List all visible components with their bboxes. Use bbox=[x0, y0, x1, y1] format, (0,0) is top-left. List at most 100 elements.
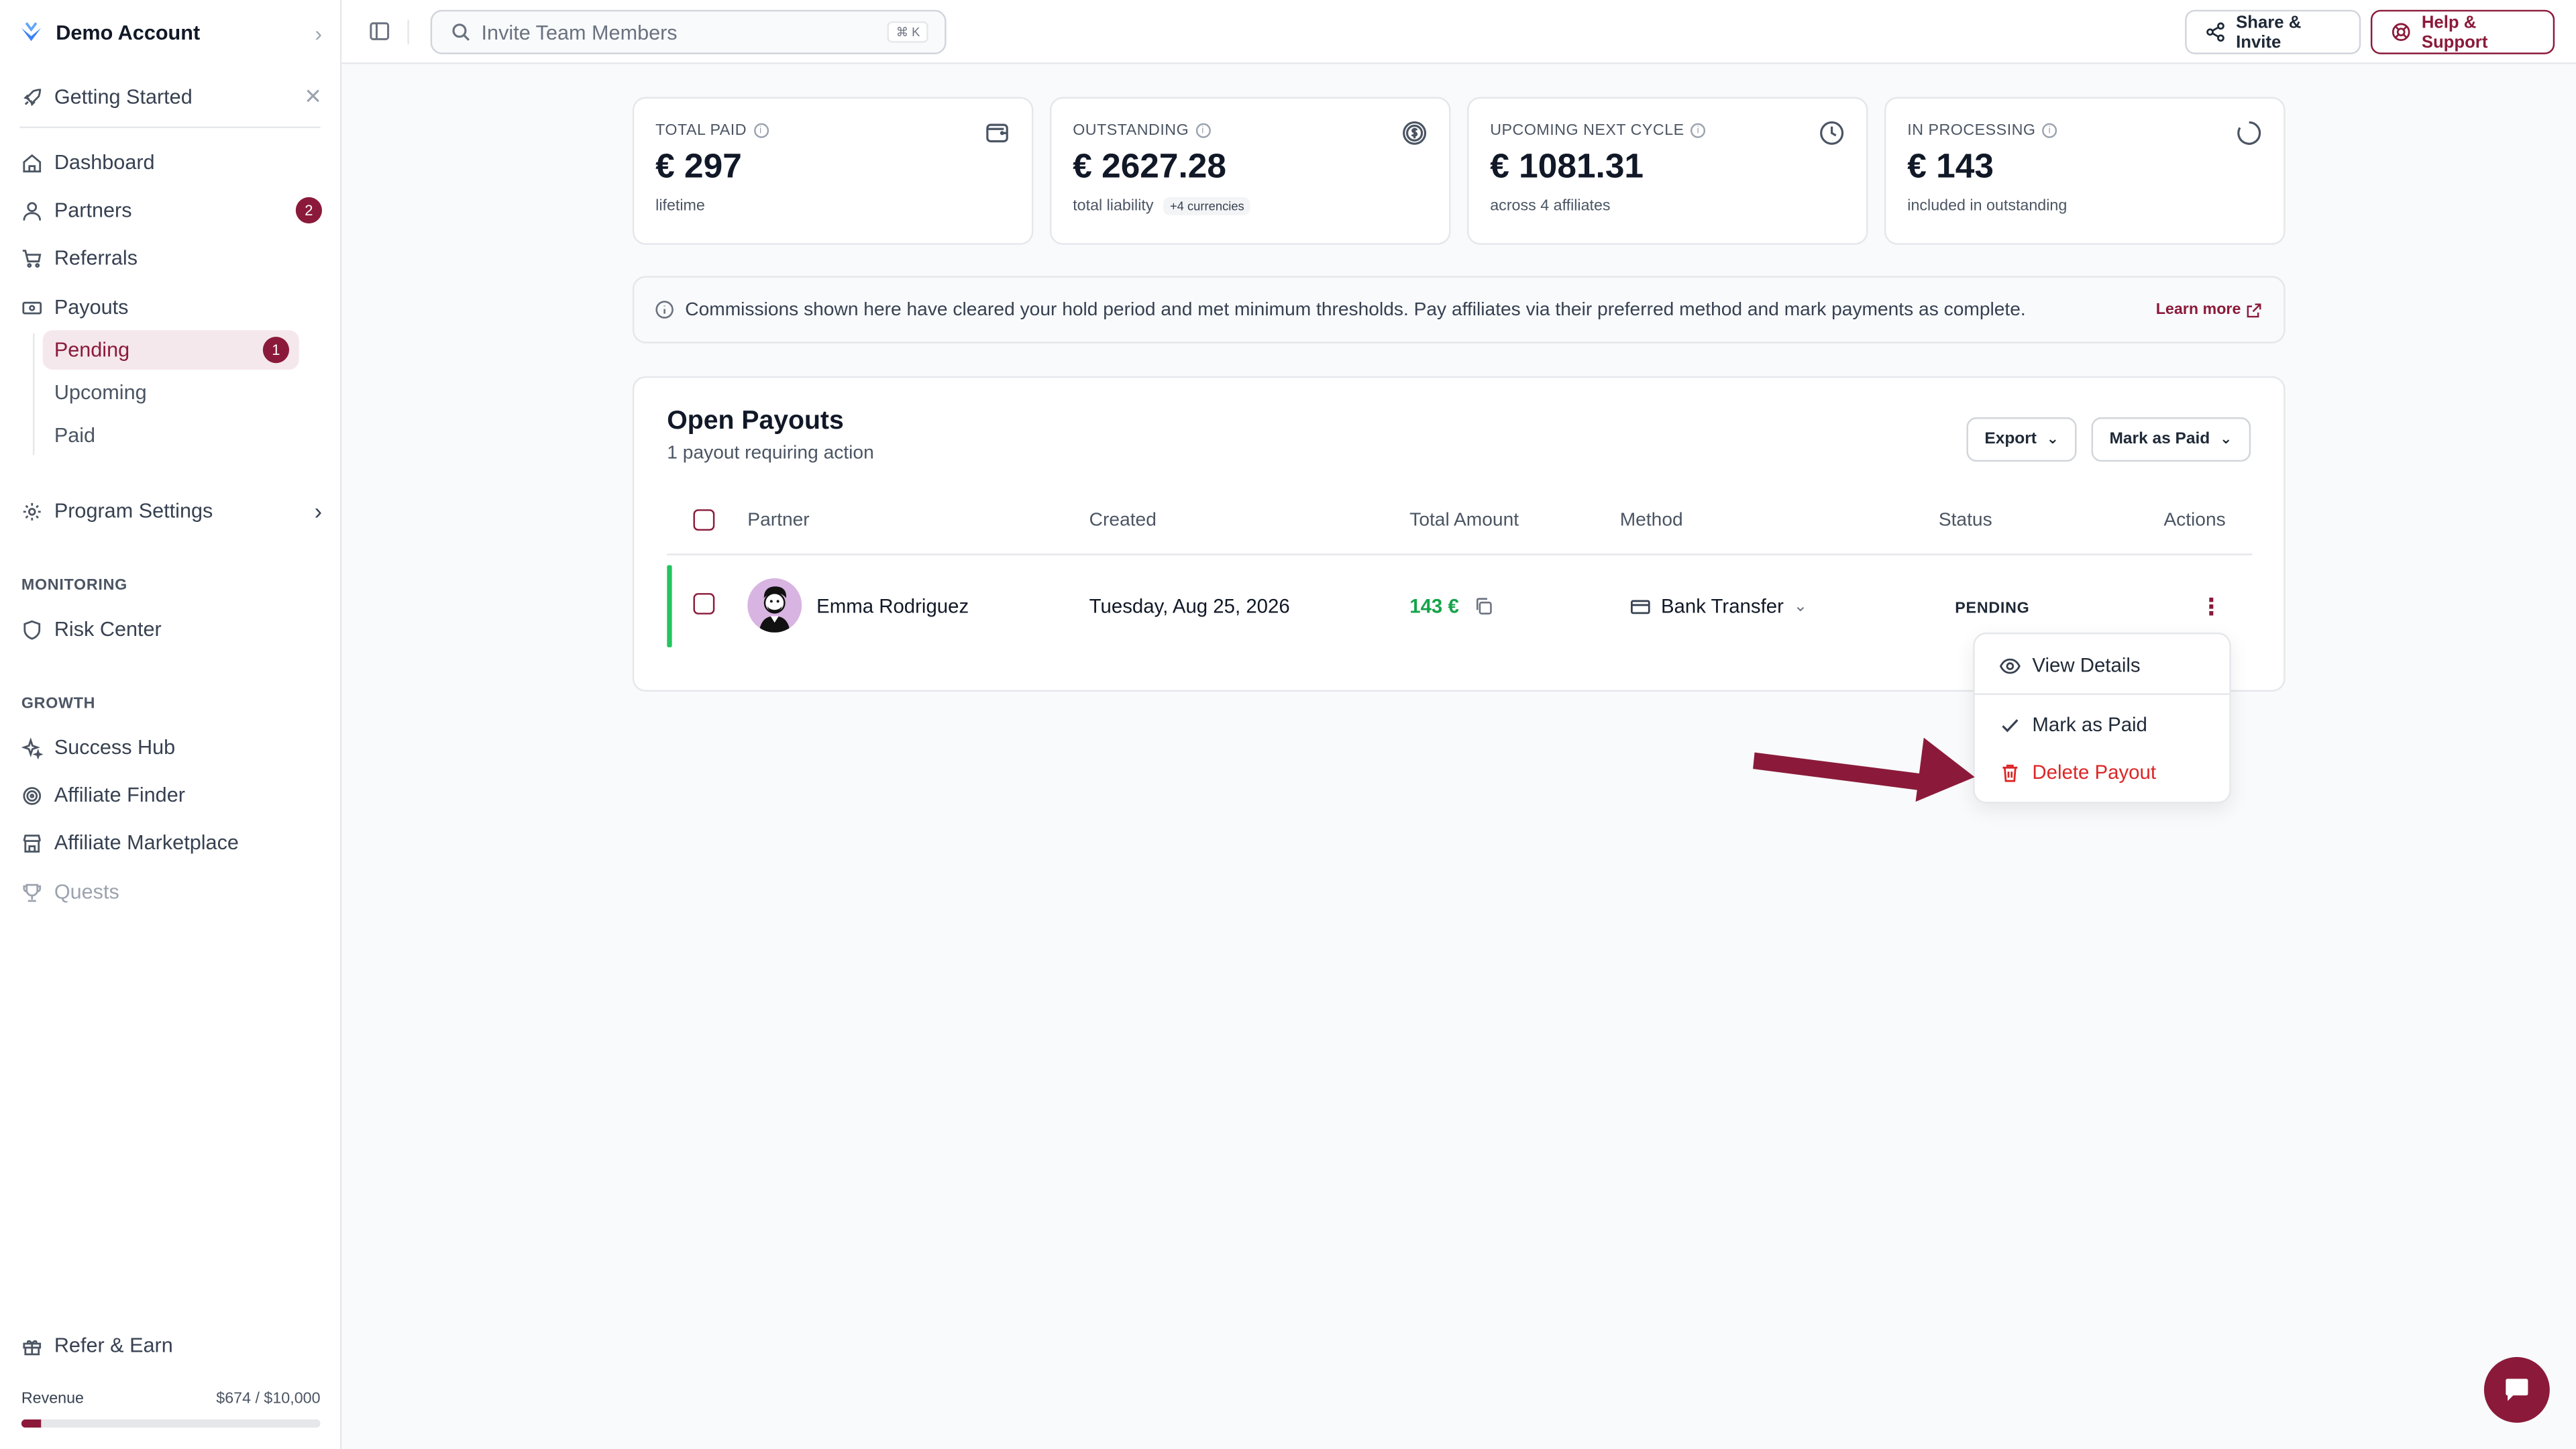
account-switcher[interactable]: Demo Account › bbox=[19, 16, 322, 49]
chat-support-button[interactable] bbox=[2483, 1356, 2550, 1423]
sidebar-item-label: Paid bbox=[54, 423, 96, 447]
target-icon bbox=[19, 784, 42, 806]
info-circle-icon bbox=[652, 298, 675, 321]
annotation-arrow-icon bbox=[1753, 737, 1975, 802]
stat-sub-text: across 4 affiliates bbox=[1490, 197, 1611, 215]
external-link-icon bbox=[2247, 303, 2261, 317]
sidebar-item-affiliate-marketplace[interactable]: Affiliate Marketplace bbox=[19, 824, 322, 861]
info-icon[interactable]: i bbox=[2042, 123, 2057, 138]
sidebar-item-upcoming[interactable]: Upcoming bbox=[43, 373, 299, 413]
divider bbox=[1974, 693, 2230, 695]
search-box[interactable]: ⌘ K bbox=[430, 9, 947, 54]
stat-card-outstanding: OUTSTANDING i € 2627.28 total liability +4… bbox=[1049, 97, 1451, 245]
sidebar-item-pending[interactable]: Pending 1 bbox=[42, 330, 299, 370]
sidebar-item-success-hub[interactable]: Success Hub bbox=[19, 729, 322, 765]
share-invite-label: Share & Invite bbox=[2236, 12, 2302, 52]
help-support-label: Help & Support bbox=[2421, 12, 2488, 52]
panel-subtitle: 1 payout requiring action bbox=[667, 443, 874, 464]
sidebar-item-program-settings[interactable]: Program Settings › bbox=[19, 493, 322, 529]
created-date: Tuesday, Aug 25, 2026 bbox=[1089, 594, 1290, 618]
sidebar-item-label: Success Hub bbox=[54, 736, 176, 759]
column-header-partner[interactable]: Partner bbox=[747, 511, 809, 531]
search-input[interactable] bbox=[481, 20, 876, 44]
export-label: Export bbox=[1984, 430, 2037, 449]
stat-value: € 1081.31 bbox=[1490, 148, 1644, 186]
export-button[interactable]: Export ⌄ bbox=[1966, 417, 2078, 462]
sidebar-item-refer-earn[interactable]: Refer & Earn bbox=[19, 1328, 322, 1364]
account-name: Demo Account bbox=[56, 21, 201, 45]
copy-icon[interactable] bbox=[1474, 596, 1493, 616]
menu-item-delete-payout[interactable]: Delete Payout bbox=[1998, 757, 2156, 787]
divider bbox=[407, 19, 409, 45]
shortcut-hint: ⌘ K bbox=[888, 21, 928, 43]
getting-started-item[interactable]: Getting Started ✕ bbox=[19, 79, 322, 115]
getting-started-label: Getting Started bbox=[54, 85, 193, 109]
learn-more-label: Learn more bbox=[2155, 301, 2241, 319]
sidebar-item-affiliate-finder[interactable]: Affiliate Finder bbox=[19, 777, 322, 813]
stat-label: UPCOMING NEXT CYCLE i bbox=[1490, 121, 1706, 140]
sidebar-item-paid[interactable]: Paid bbox=[43, 416, 299, 455]
menu-item-view-details[interactable]: View Details bbox=[1998, 651, 2141, 680]
column-header-status[interactable]: Status bbox=[1939, 511, 1992, 531]
mark-as-paid-button[interactable]: Mark as Paid ⌄ bbox=[2091, 417, 2251, 462]
sidebar-item-risk-center[interactable]: Risk Center bbox=[19, 611, 322, 647]
stat-card-total-paid: TOTAL PAID i € 297 lifetime bbox=[632, 97, 1034, 245]
banknote-icon bbox=[19, 296, 42, 319]
divider bbox=[19, 126, 321, 129]
sidebar-item-referrals[interactable]: Referrals bbox=[19, 240, 322, 276]
info-icon[interactable]: i bbox=[1690, 123, 1706, 138]
stat-sub: included in outstanding bbox=[1907, 197, 2067, 215]
cart-icon bbox=[19, 246, 42, 269]
loader-icon bbox=[2236, 120, 2262, 146]
sidebar-item-label: Quests bbox=[54, 880, 119, 904]
sparkles-icon bbox=[19, 736, 42, 759]
stat-sub-text: lifetime bbox=[655, 197, 705, 215]
mark-as-paid-label: Mark as Paid bbox=[2109, 430, 2210, 449]
row-status-accent bbox=[667, 565, 672, 647]
stat-card-upcoming-next-cycle: UPCOMING NEXT CYCLE i € 1081.31 across 4 … bbox=[1466, 97, 1868, 245]
pending-count-badge: 1 bbox=[262, 337, 290, 364]
chevron-right-icon: › bbox=[314, 498, 323, 525]
row-actions-menu-button[interactable]: ⋮ bbox=[2200, 593, 2222, 619]
column-header-created[interactable]: Created bbox=[1089, 511, 1157, 531]
currencies-pill[interactable]: +4 currencies bbox=[1163, 197, 1251, 215]
home-icon bbox=[19, 151, 42, 174]
store-icon bbox=[19, 831, 42, 854]
partner-name[interactable]: Emma Rodriguez bbox=[816, 595, 969, 618]
menu-item-mark-as-paid[interactable]: Mark as Paid bbox=[1998, 710, 2147, 739]
share-icon bbox=[2203, 21, 2226, 44]
sidebar-item-payouts[interactable]: Payouts bbox=[19, 289, 322, 325]
chevron-down-icon: ⌄ bbox=[2046, 430, 2059, 447]
close-icon[interactable]: ✕ bbox=[304, 84, 322, 110]
gift-icon bbox=[19, 1334, 42, 1357]
sidebar-item-partners[interactable]: Partners 2 bbox=[19, 193, 323, 229]
info-icon[interactable]: i bbox=[753, 123, 768, 138]
select-all-checkbox[interactable] bbox=[693, 509, 715, 531]
learn-more-link[interactable]: Learn more bbox=[2156, 301, 2263, 319]
eye-icon bbox=[1998, 654, 2021, 677]
share-invite-button[interactable]: Share & Invite bbox=[2185, 9, 2361, 54]
sidebar-item-quests[interactable]: Quests bbox=[19, 874, 322, 910]
avatar bbox=[747, 578, 802, 633]
partner-avatar-illustration bbox=[747, 578, 802, 633]
stat-sub: lifetime bbox=[655, 197, 705, 215]
row-checkbox[interactable] bbox=[693, 593, 715, 614]
sidebar-item-label: Program Settings bbox=[54, 499, 213, 523]
stat-value: € 2627.28 bbox=[1073, 148, 1227, 186]
column-header-method[interactable]: Method bbox=[1620, 511, 1683, 531]
column-header-actions: Actions bbox=[2163, 511, 2226, 531]
method-label: Bank Transfer bbox=[1660, 594, 1784, 618]
sidebar-item-dashboard[interactable]: Dashboard bbox=[19, 145, 322, 181]
help-support-button[interactable]: Help & Support bbox=[2370, 9, 2555, 54]
stat-label-text: IN PROCESSING bbox=[1907, 121, 2036, 140]
rocket-icon bbox=[19, 85, 42, 108]
total-amount: 143 € bbox=[1409, 594, 1459, 618]
method-selector[interactable]: Bank Transfer ⌄ bbox=[1629, 595, 1807, 618]
column-header-total-amount[interactable]: Total Amount bbox=[1409, 511, 1519, 531]
stat-value: € 297 bbox=[655, 148, 742, 186]
user-icon bbox=[19, 199, 42, 221]
search-icon bbox=[449, 22, 472, 42]
info-icon[interactable]: i bbox=[1195, 123, 1211, 138]
sidebar-toggle-icon[interactable] bbox=[368, 19, 391, 42]
stat-label: TOTAL PAID i bbox=[655, 121, 768, 140]
